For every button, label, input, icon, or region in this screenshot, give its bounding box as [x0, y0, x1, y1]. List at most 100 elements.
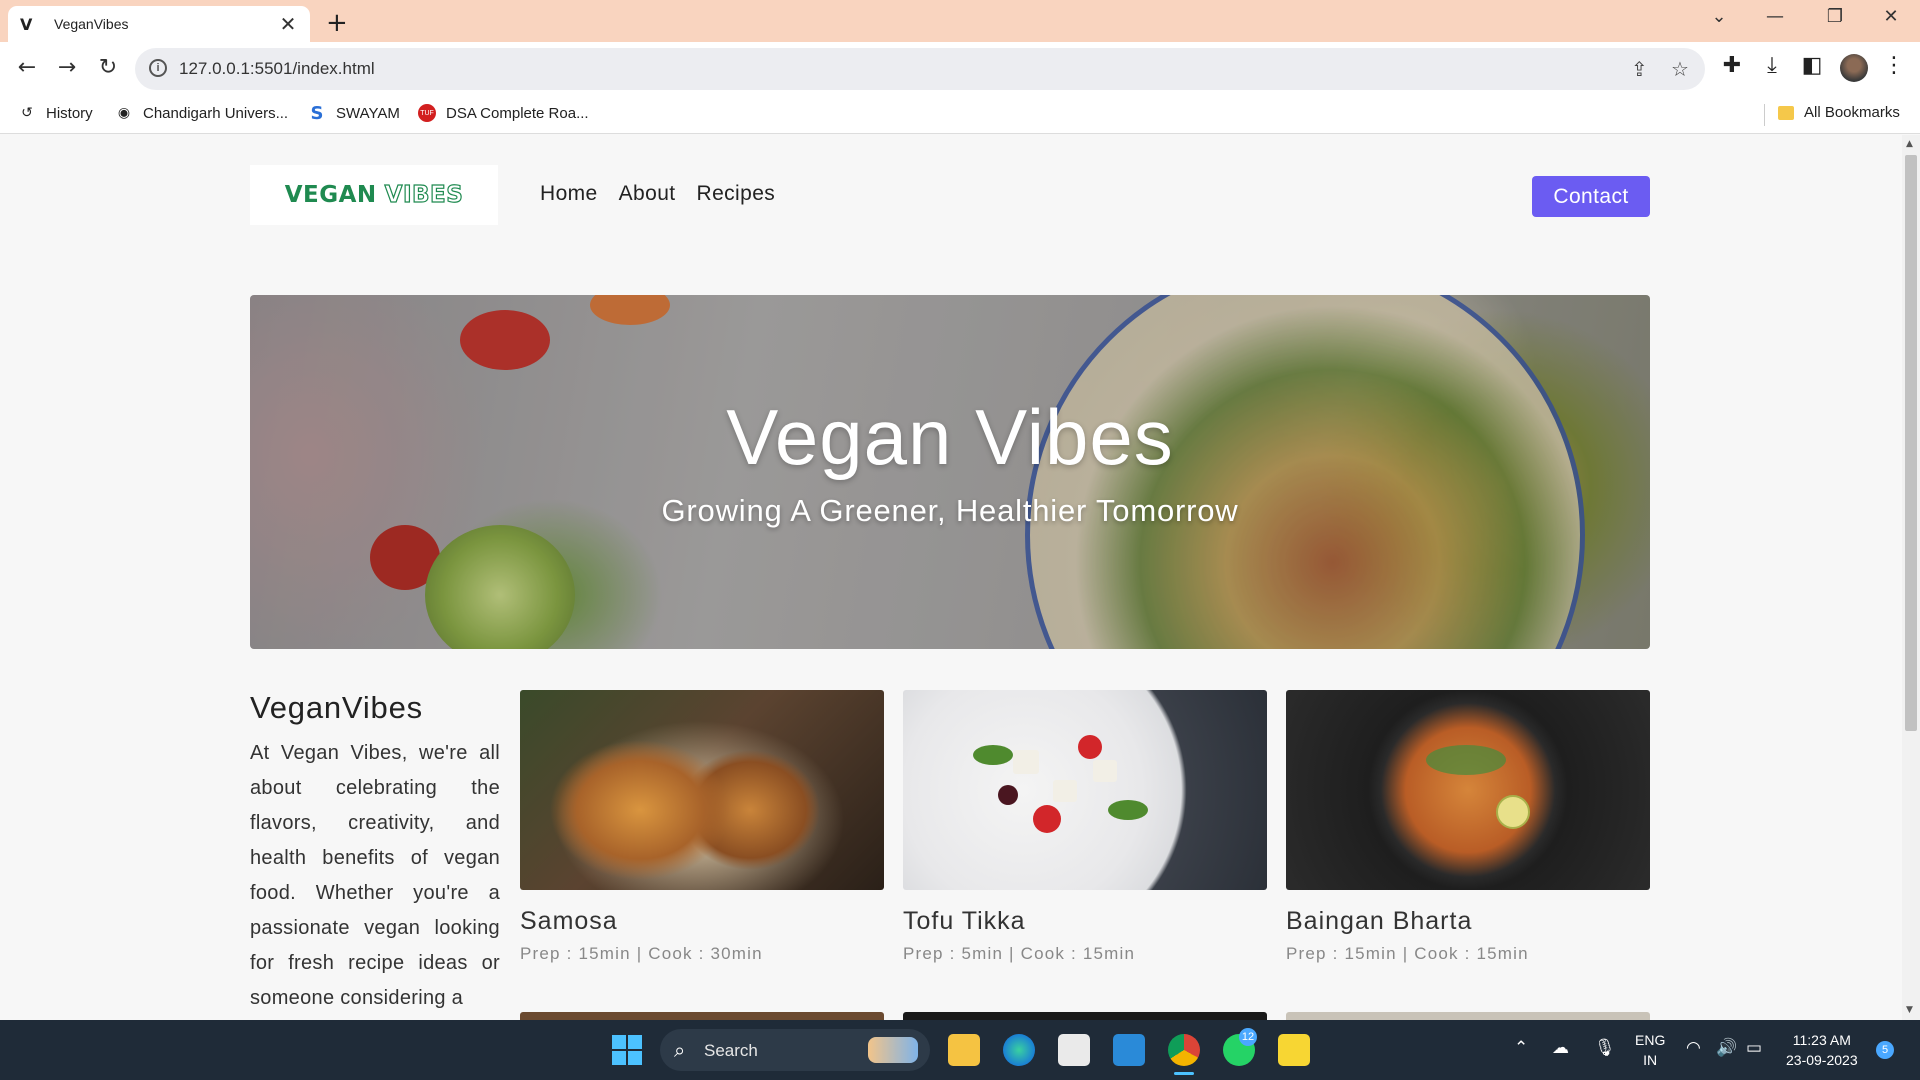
recipe-card-baingan-bharta[interactable]: Baingan Bharta Prep : 15min | Cook : 15m…: [1286, 690, 1650, 964]
recipe-title[interactable]: Samosa: [520, 907, 884, 936]
new-tab-button[interactable]: +: [326, 8, 348, 38]
scroll-up-arrow-icon[interactable]: ▲: [1906, 139, 1913, 149]
address-bar[interactable]: i 127.0.0.1:5501/index.html ⇪ ☆: [135, 48, 1705, 90]
tab-close-icon[interactable]: ✕: [278, 12, 298, 36]
language-indicator[interactable]: ENG IN: [1635, 1030, 1665, 1070]
page-scrollbar[interactable]: ▲ ▼: [1902, 135, 1920, 1020]
system-clock[interactable]: 11:23 AM 23-09-2023: [1786, 1030, 1858, 1070]
volume-icon[interactable]: 🔊: [1716, 1038, 1737, 1058]
tofu-cube: [1053, 780, 1077, 802]
windows-taskbar: ⌕ Search 12 ⌃ ☁ 🎙 ENG IN ◠ 🔊 ▭ 11:23 AM …: [0, 1020, 1920, 1080]
hero-subtitle: Growing A Greener, Healthier Tomorrow: [661, 493, 1239, 528]
tofu-cube: [1013, 750, 1039, 774]
clock-time: 11:23 AM: [1792, 1032, 1851, 1048]
tab-search-dropdown-icon[interactable]: ⌄: [1704, 6, 1734, 27]
bookmark-dsa[interactable]: TUF DSA Complete Roa...: [418, 104, 589, 122]
browser-toolbar: ← → ↻ i 127.0.0.1:5501/index.html ⇪ ☆ ✚ …: [0, 42, 1920, 96]
sticky-notes-icon[interactable]: [1278, 1034, 1310, 1066]
tomato-piece: [1078, 735, 1102, 759]
about-heading: VeganVibes: [250, 690, 423, 725]
next-recipe-card-peek[interactable]: [520, 1012, 884, 1020]
nav-about[interactable]: About: [619, 182, 676, 206]
olive-piece: [998, 785, 1018, 805]
back-button[interactable]: ←: [13, 55, 41, 80]
history-icon: ↺: [21, 105, 33, 121]
hero-banner: Vegan Vibes Growing A Greener, Healthier…: [250, 295, 1650, 649]
nav-home[interactable]: Home: [540, 182, 598, 206]
share-icon[interactable]: ⇪: [1631, 57, 1648, 81]
profile-avatar[interactable]: [1840, 54, 1868, 82]
recipe-meta: Prep : 5min | Cook : 15min: [903, 944, 1136, 963]
recipe-card-samosa[interactable]: Samosa Prep : 15min | Cook : 30min: [520, 690, 884, 964]
bookmarks-divider: [1764, 104, 1765, 126]
minimize-button[interactable]: —: [1760, 6, 1790, 27]
notification-badge[interactable]: 5: [1876, 1041, 1894, 1059]
site-nav: Home About Recipes: [540, 182, 775, 206]
taskbar-search[interactable]: ⌕ Search: [660, 1029, 930, 1071]
recipe-title[interactable]: Tofu Tikka: [903, 907, 1267, 936]
window-close-button[interactable]: ✕: [1876, 6, 1906, 27]
language-line1: ENG: [1635, 1032, 1666, 1048]
forward-button[interactable]: →: [53, 55, 81, 80]
next-recipe-card-peek[interactable]: [1286, 1012, 1650, 1020]
tofu-cube: [1093, 760, 1117, 782]
samosa-image[interactable]: [520, 690, 884, 890]
scrollbar-thumb[interactable]: [1905, 155, 1917, 731]
tofu-tikka-image[interactable]: [903, 690, 1267, 890]
lemon-slice: [1496, 795, 1530, 829]
site-logo[interactable]: VEGAN VIBES: [250, 165, 498, 225]
browser-tab[interactable]: V VeganVibes ✕: [8, 6, 310, 42]
start-button[interactable]: [612, 1035, 642, 1065]
file-explorer-icon[interactable]: [948, 1034, 980, 1066]
browser-titlebar: V VeganVibes ✕ + ⌄ — ❐ ✕: [0, 0, 1920, 42]
bookmark-chandigarh[interactable]: ◉ Chandigarh Univers...: [115, 104, 288, 122]
side-panel-icon[interactable]: ◧: [1798, 53, 1826, 78]
vscode-icon[interactable]: [1113, 1034, 1145, 1066]
bookmark-label: DSA Complete Roa...: [446, 104, 589, 122]
tomato-piece: [1033, 805, 1061, 833]
search-highlight-icon: [868, 1037, 918, 1063]
downloads-icon[interactable]: ⤓: [1758, 53, 1786, 78]
menu-icon[interactable]: ⋮: [1880, 53, 1908, 78]
whatsapp-badge: 12: [1239, 1028, 1257, 1046]
hero-title: Vegan Vibes: [726, 393, 1174, 481]
site-info-icon[interactable]: i: [149, 59, 167, 77]
bookmark-label: History: [46, 104, 93, 122]
wifi-icon[interactable]: ◠: [1686, 1038, 1701, 1058]
reload-button[interactable]: ↻: [94, 55, 122, 80]
bookmarks-bar: ↺ History ◉ Chandigarh Univers... S SWAY…: [0, 96, 1920, 134]
folder-icon: [1778, 105, 1794, 120]
chrome-active-indicator: [1174, 1072, 1194, 1075]
recipe-meta: Prep : 15min | Cook : 30min: [520, 944, 763, 963]
about-text: At Vegan Vibes, we're all about celebrat…: [250, 742, 500, 1009]
recipe-card-tofu-tikka[interactable]: Tofu Tikka Prep : 5min | Cook : 15min: [903, 690, 1267, 964]
bookmark-swayam[interactable]: S SWAYAM: [308, 102, 400, 124]
microsoft-store-icon[interactable]: [1058, 1034, 1090, 1066]
scroll-down-arrow-icon[interactable]: ▼: [1906, 1005, 1913, 1015]
recipe-title[interactable]: Baingan Bharta: [1286, 907, 1650, 936]
bookmark-history[interactable]: ↺ History: [18, 104, 93, 122]
onedrive-icon[interactable]: ☁: [1552, 1038, 1569, 1058]
extensions-icon[interactable]: ✚: [1718, 53, 1746, 78]
microphone-icon[interactable]: 🎙: [1594, 1038, 1616, 1058]
greens-piece: [973, 745, 1013, 765]
all-bookmarks[interactable]: All Bookmarks: [1778, 104, 1900, 121]
baingan-bharta-image[interactable]: [1286, 690, 1650, 890]
edge-icon[interactable]: [1003, 1034, 1035, 1066]
nav-recipes[interactable]: Recipes: [697, 182, 776, 206]
battery-icon[interactable]: ▭: [1746, 1038, 1762, 1058]
tuf-icon: TUF: [418, 104, 436, 122]
logo-text-vegan: VEGAN: [284, 182, 377, 208]
contact-button[interactable]: Contact: [1532, 176, 1650, 217]
next-recipe-card-peek[interactable]: [903, 1012, 1267, 1020]
swayam-icon: S: [310, 102, 324, 124]
bookmark-star-icon[interactable]: ☆: [1671, 57, 1689, 81]
clock-date: 23-09-2023: [1786, 1052, 1858, 1068]
bookmark-label: Chandigarh Univers...: [143, 104, 289, 122]
show-hidden-icons-icon[interactable]: ⌃: [1514, 1038, 1528, 1058]
url-text[interactable]: 127.0.0.1:5501/index.html: [179, 59, 375, 79]
veganvibes-favicon-icon: V: [20, 14, 33, 34]
herb-garnish: [1426, 745, 1506, 775]
chrome-icon[interactable]: [1168, 1034, 1200, 1066]
restore-button[interactable]: ❐: [1820, 6, 1850, 27]
